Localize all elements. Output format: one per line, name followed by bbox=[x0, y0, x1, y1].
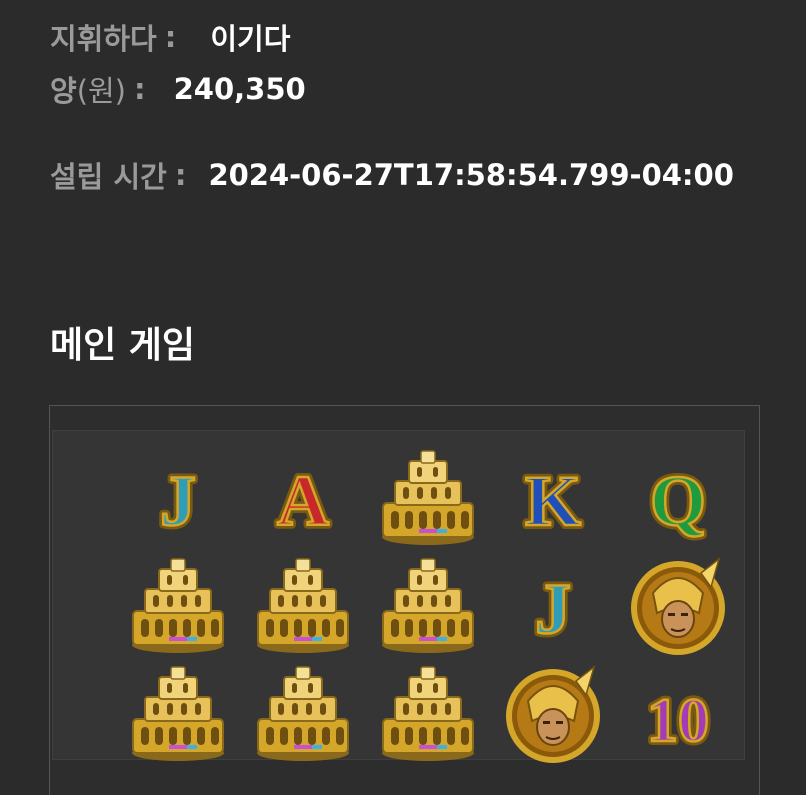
colosseum-symbol bbox=[123, 553, 233, 658]
time-label: 설립 시간 bbox=[50, 160, 167, 194]
colosseum-symbol bbox=[123, 661, 233, 766]
symbol-graphic: J J bbox=[156, 457, 200, 545]
symbol-graphic bbox=[506, 664, 600, 763]
colosseum-symbol bbox=[373, 661, 483, 766]
svg-text:J: J bbox=[160, 461, 196, 541]
svg-text:Q: Q bbox=[650, 461, 706, 541]
reel-grid: J J A A K K Q Q J J 10 10 bbox=[52, 430, 745, 763]
letter-j-symbol: J J bbox=[123, 445, 233, 550]
symbol-graphic: Q Q bbox=[646, 457, 710, 545]
letter-j-symbol: J J bbox=[498, 553, 608, 658]
result-label: 지휘하다 bbox=[50, 22, 157, 56]
amount-colon: : bbox=[134, 72, 146, 106]
colosseum-symbol bbox=[248, 661, 358, 766]
gladiator-symbol bbox=[623, 553, 733, 658]
gladiator-symbol bbox=[498, 661, 608, 766]
symbol-graphic bbox=[132, 558, 224, 653]
svg-text:A: A bbox=[277, 461, 329, 541]
amount-row: 양(원) : 240,350 bbox=[50, 68, 306, 110]
letter-a-symbol: A A bbox=[248, 445, 358, 550]
symbol-graphic: K K bbox=[521, 457, 585, 545]
amount-unit: (원) bbox=[76, 74, 126, 108]
letter-10-symbol: 10 10 bbox=[623, 661, 733, 766]
symbol-graphic bbox=[382, 666, 474, 761]
symbol-graphic bbox=[257, 558, 349, 653]
amount-value: 240,350 bbox=[173, 72, 306, 106]
amount-label: 양(원) bbox=[50, 68, 126, 110]
symbol-graphic: 10 10 bbox=[643, 683, 713, 759]
colosseum-symbol bbox=[373, 445, 483, 550]
result-value: 이기다 bbox=[210, 22, 291, 56]
round-detail-page: 지휘하다 : 이기다 양(원) : 240,350 설립 시간 : 2024-0… bbox=[0, 0, 806, 795]
amount-label-text: 양 bbox=[50, 74, 77, 108]
symbol-graphic bbox=[631, 556, 725, 655]
result-row: 지휘하다 : 이기다 bbox=[50, 16, 290, 58]
letter-k-symbol: K K bbox=[498, 445, 608, 550]
colosseum-symbol bbox=[373, 553, 483, 658]
time-value: 2024-06-27T17:58:54.799-04:00 bbox=[208, 158, 734, 192]
svg-text:J: J bbox=[535, 569, 571, 649]
letter-q-symbol: Q Q bbox=[623, 445, 733, 550]
symbol-graphic: A A bbox=[273, 457, 333, 545]
symbol-graphic bbox=[132, 666, 224, 761]
time-row: 설립 시간 : 2024-06-27T17:58:54.799-04:00 bbox=[50, 154, 734, 196]
symbol-graphic bbox=[257, 666, 349, 761]
symbol-graphic bbox=[382, 450, 474, 545]
colosseum-symbol bbox=[248, 553, 358, 658]
game-result-frame: J J A A K K Q Q J J 10 10 bbox=[49, 405, 760, 795]
symbol-graphic bbox=[382, 558, 474, 653]
main-game-title: 메인 게임 bbox=[50, 325, 196, 366]
time-colon: : bbox=[174, 158, 187, 192]
svg-text:10: 10 bbox=[647, 687, 709, 755]
svg-text:K: K bbox=[525, 461, 581, 541]
result-colon: : bbox=[164, 20, 177, 54]
symbol-graphic: J J bbox=[531, 565, 575, 653]
